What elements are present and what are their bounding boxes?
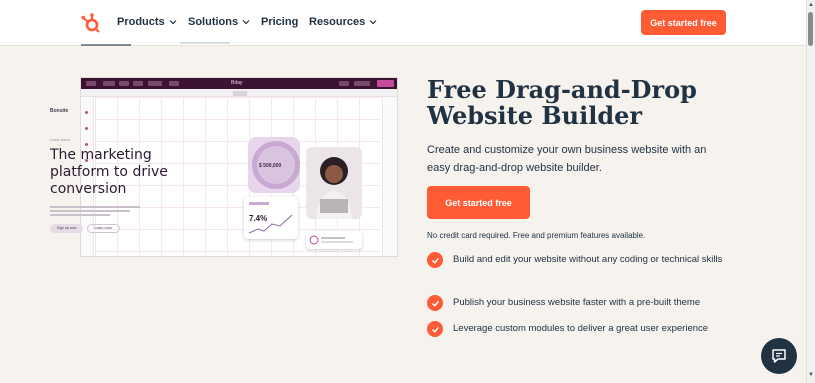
notification-icon [309, 235, 353, 245]
chevron-down-icon [169, 20, 177, 25]
chat-launcher-button[interactable] [761, 338, 797, 374]
mockup-notification-chip [306, 231, 362, 249]
no-credit-card-note: No credit card required. Free and premiu… [427, 231, 646, 240]
feature-item: Build and edit your website without any … [427, 252, 737, 268]
chevron-down-icon [369, 20, 377, 25]
mockup-secondary-button: Learn more [87, 224, 120, 233]
toolbar-pill [354, 81, 370, 86]
toolbar-pill [119, 81, 129, 86]
builder-toolbar-title: Bday [231, 80, 243, 86]
page-title: Free Drag-and-Drop Website Builder [427, 75, 697, 130]
feature-text: Leverage custom modules to deliver a gre… [453, 323, 709, 334]
feature-text: Publish your business website faster wit… [453, 297, 701, 308]
mockup-headline: The marketing platform to drive conversi… [50, 147, 168, 197]
mockup-tagline: Lorem ipsum [50, 138, 71, 142]
hubspot-logo-icon[interactable] [80, 12, 102, 34]
nav-solutions-label: Solutions [188, 16, 239, 28]
nav-products[interactable]: Products [117, 16, 177, 28]
scroll-down-arrow-icon[interactable]: ▼ [808, 372, 814, 378]
scrollbar-track[interactable] [806, 0, 815, 383]
builder-zoom-control [233, 91, 247, 96]
builder-publish-button [377, 80, 394, 87]
mockup-brand: Bonsite [50, 108, 69, 114]
hero-description: Create and customize your own business w… [427, 144, 707, 174]
builder-right-rail [382, 97, 397, 256]
toolbar-pill [86, 81, 96, 86]
checkmark-icon [427, 252, 443, 268]
chevron-down-icon [242, 20, 250, 25]
checkmark-icon [427, 295, 443, 311]
tab-indicator [180, 42, 230, 44]
feature-item: Publish your business website faster wit… [427, 295, 737, 311]
toolbar-pill [339, 81, 349, 86]
person-avatar-icon [306, 147, 362, 219]
get-started-button[interactable]: Get started free [427, 186, 530, 219]
nav-products-label: Products [117, 16, 165, 28]
active-tab-indicator [81, 44, 131, 46]
scroll-up-arrow-icon[interactable]: ▲ [808, 2, 814, 8]
top-navigation: Products Solutions Pricing Resources Get… [0, 0, 806, 46]
feature-text: Build and edit your website without any … [453, 254, 723, 265]
nav-resources[interactable]: Resources [309, 16, 377, 28]
nav-get-started-button[interactable]: Get started free [641, 10, 726, 35]
mockup-primary-button: Sign up now [50, 224, 83, 233]
mockup-stat-card: 7.4% [244, 197, 298, 239]
nav-pricing[interactable]: Pricing [261, 16, 298, 28]
toolbar-pill [133, 81, 143, 86]
chat-bubble-icon [772, 349, 786, 363]
nav-pricing-label: Pricing [261, 16, 299, 28]
toolbar-pill [169, 81, 179, 86]
scrollbar-thumb[interactable] [808, 12, 813, 46]
checkmark-icon [427, 321, 443, 337]
builder-toolbar: Bday [81, 78, 397, 89]
nav-resources-label: Resources [309, 16, 366, 28]
mockup-subtext [50, 206, 150, 216]
toolbar-pill [103, 81, 115, 86]
feature-item: Leverage custom modules to deliver a gre… [427, 321, 737, 337]
mockup-ring-value: $ 500,000 [259, 163, 282, 169]
mockup-stat-value: 7.4% [249, 214, 268, 223]
mockup-person-photo [306, 147, 362, 219]
nav-solutions[interactable]: Solutions [188, 16, 250, 28]
toolbar-pill [148, 81, 162, 86]
